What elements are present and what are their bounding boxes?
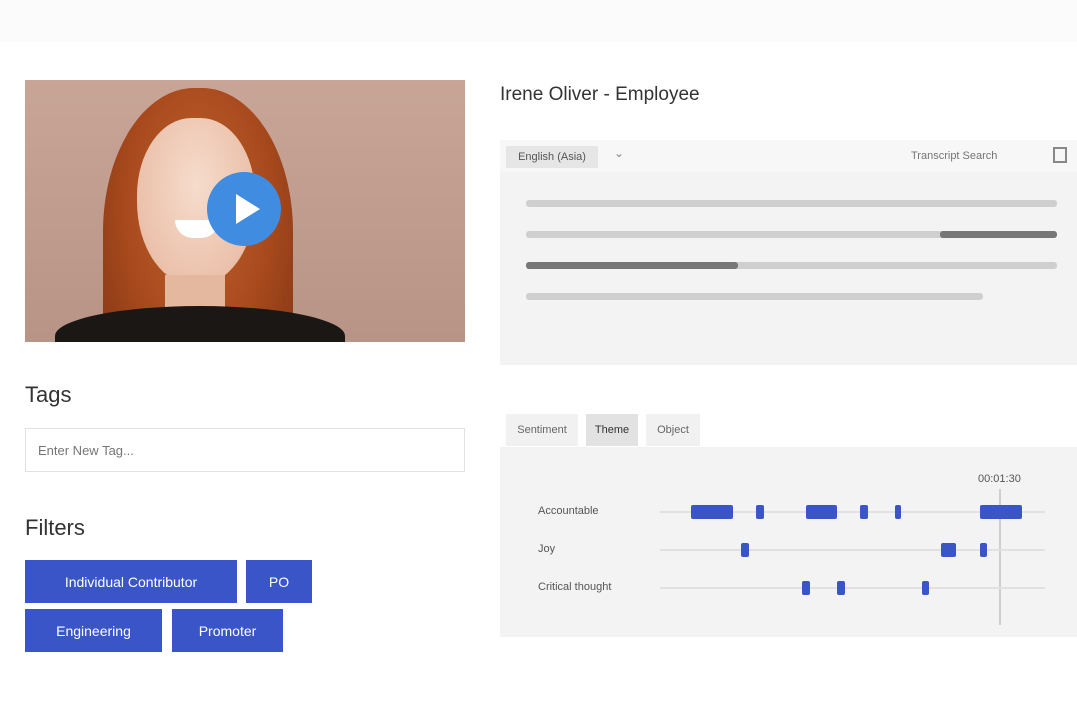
transcript-panel: English (Asia) ⌄	[500, 140, 1077, 365]
filter-chip-individual-contributor[interactable]: Individual Contributor	[25, 560, 237, 603]
filter-chip-engineering[interactable]: Engineering	[25, 609, 162, 652]
tab-theme[interactable]: Theme	[586, 414, 638, 446]
timeline-mark[interactable]	[806, 505, 838, 519]
timeline-mark[interactable]	[894, 505, 901, 519]
transcript-line-highlight	[526, 262, 739, 269]
play-icon	[236, 194, 260, 224]
timeline-mark[interactable]	[837, 581, 845, 595]
timeline-mark[interactable]	[860, 505, 868, 519]
row-label-accountable: Accountable	[538, 505, 599, 517]
track-critical-thought[interactable]	[660, 587, 1045, 589]
timeline-mark[interactable]	[690, 505, 734, 519]
transcript-line	[526, 200, 1057, 207]
timeline-mark[interactable]	[921, 581, 930, 595]
tab-object[interactable]: Object	[646, 414, 700, 446]
chevron-down-icon[interactable]: ⌄	[614, 146, 624, 160]
language-select[interactable]: English (Asia)	[506, 146, 598, 168]
document-icon[interactable]	[1053, 147, 1067, 163]
play-button[interactable]	[207, 172, 281, 246]
tab-sentiment[interactable]: Sentiment	[506, 414, 578, 446]
row-label-joy: Joy	[538, 543, 556, 555]
portrait-shirt	[55, 306, 345, 342]
filters-title: Filters	[25, 515, 85, 540]
top-bar	[0, 0, 1077, 42]
tags-title: Tags	[25, 382, 72, 407]
timeline-mark[interactable]	[756, 505, 764, 519]
person-title: Irene Oliver - Employee	[500, 84, 700, 105]
timeline-mark[interactable]	[979, 505, 1022, 519]
timeline-mark[interactable]	[979, 543, 988, 557]
transcript-toolbar: English (Asia) ⌄	[500, 140, 1077, 172]
transcript-line-highlight	[940, 231, 1057, 238]
timeline-mark[interactable]	[740, 543, 749, 557]
row-label-critical-thought: Critical thought	[538, 581, 612, 593]
filter-chip-po[interactable]: PO	[246, 560, 312, 603]
transcript-line	[526, 293, 983, 300]
track-joy[interactable]	[660, 549, 1045, 551]
time-label: 00:01:30	[978, 473, 1021, 485]
timeline-mark[interactable]	[941, 543, 957, 557]
timeline-panel: 00:01:30 Accountable Joy Critical though…	[500, 447, 1077, 637]
filter-chip-promoter[interactable]: Promoter	[172, 609, 283, 652]
new-tag-input[interactable]	[25, 428, 465, 472]
transcript-search-input[interactable]	[905, 144, 1045, 168]
timeline-mark[interactable]	[802, 581, 811, 595]
